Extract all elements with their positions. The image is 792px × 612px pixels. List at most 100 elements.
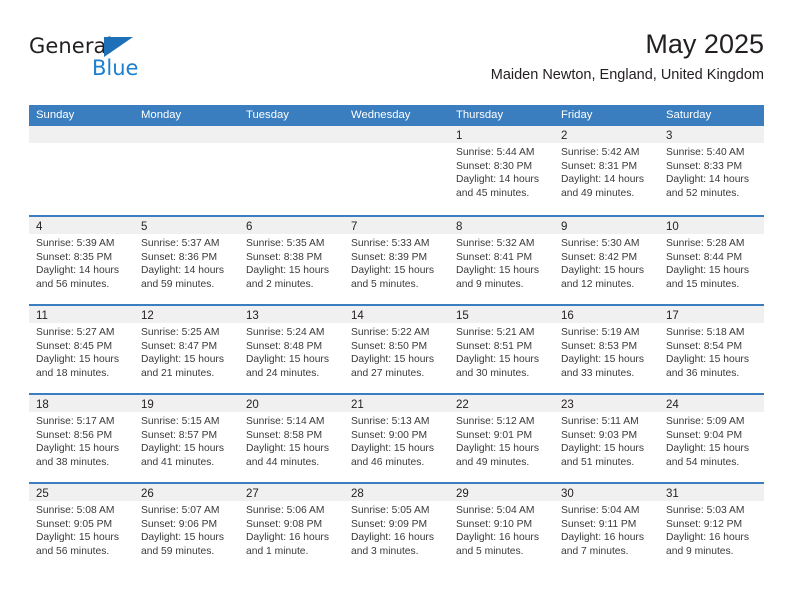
sunrise-text: Sunrise: 5:22 AM bbox=[351, 327, 430, 338]
day-number-strip: 24 bbox=[659, 395, 764, 412]
calendar-day-cell[interactable]: 13 Sunrise: 5:24 AM Sunset: 8:48 PM Dayligh… bbox=[239, 306, 344, 393]
calendar-day-cell[interactable]: 12 Sunrise: 5:25 AM Sunset: 8:47 PM Dayligh… bbox=[134, 306, 239, 393]
calendar-day-cell[interactable]: 23 Sunrise: 5:11 AM Sunset: 9:03 PM Dayligh… bbox=[554, 395, 659, 482]
calendar-day-cell[interactable]: 20 Sunrise: 5:14 AM Sunset: 8:58 PM Dayligh… bbox=[239, 395, 344, 482]
logo-text-blue: Blue bbox=[92, 56, 139, 80]
calendar-day-cell[interactable]: 16 Sunrise: 5:19 AM Sunset: 8:53 PM Dayligh… bbox=[554, 306, 659, 393]
sunrise-text: Sunrise: 5:18 AM bbox=[666, 327, 745, 338]
sunset-text: Sunset: 8:41 PM bbox=[456, 251, 533, 263]
calendar-day-cell[interactable]: 4 Sunrise: 5:39 AM Sunset: 8:35 PM Daylight… bbox=[29, 217, 134, 304]
generalblue-logo[interactable]: General Blue bbox=[29, 34, 179, 84]
sunset-text: Sunset: 8:45 PM bbox=[36, 340, 113, 352]
day-number: 18 bbox=[36, 399, 49, 411]
day-number-strip: 8 bbox=[449, 217, 554, 234]
day-number: 29 bbox=[456, 488, 469, 500]
day-details: Sunrise: 5:13 AM Sunset: 9:00 PM Daylight:… bbox=[344, 412, 449, 469]
sunset-text: Sunset: 9:12 PM bbox=[666, 518, 743, 530]
calendar-day-cell[interactable]: 31 Sunrise: 5:03 AM Sunset: 9:12 PM Dayligh… bbox=[659, 484, 764, 571]
calendar-day-cell[interactable]: 14 Sunrise: 5:22 AM Sunset: 8:50 PM Dayligh… bbox=[344, 306, 449, 393]
sunrise-text: Sunrise: 5:33 AM bbox=[351, 238, 430, 249]
calendar-day-cell[interactable]: 25 Sunrise: 5:08 AM Sunset: 9:05 PM Dayligh… bbox=[29, 484, 134, 571]
day-number-strip bbox=[344, 126, 449, 143]
sunset-text: Sunset: 9:01 PM bbox=[456, 429, 533, 441]
calendar-day-cell[interactable]: 22 Sunrise: 5:12 AM Sunset: 9:01 PM Dayligh… bbox=[449, 395, 554, 482]
day-details bbox=[134, 143, 239, 146]
sunrise-text: Sunrise: 5:08 AM bbox=[36, 505, 115, 516]
day-number-strip: 26 bbox=[134, 484, 239, 501]
calendar-day-cell[interactable]: 5 Sunrise: 5:37 AM Sunset: 8:36 PM Daylight… bbox=[134, 217, 239, 304]
calendar-day-cell[interactable]: 30 Sunrise: 5:04 AM Sunset: 9:11 PM Dayligh… bbox=[554, 484, 659, 571]
calendar-day-cell[interactable]: 28 Sunrise: 5:05 AM Sunset: 9:09 PM Dayligh… bbox=[344, 484, 449, 571]
logo-triangle-icon bbox=[104, 37, 133, 57]
day-number: 30 bbox=[561, 488, 574, 500]
day-number-strip: 16 bbox=[554, 306, 659, 323]
calendar-day-cell[interactable]: 18 Sunrise: 5:17 AM Sunset: 8:56 PM Dayligh… bbox=[29, 395, 134, 482]
calendar-day-cell[interactable]: 8 Sunrise: 5:32 AM Sunset: 8:41 PM Daylight… bbox=[449, 217, 554, 304]
calendar-day-cell-empty bbox=[344, 126, 449, 215]
sunset-text: Sunset: 8:39 PM bbox=[351, 251, 428, 263]
calendar-day-cell[interactable]: 3 Sunrise: 5:40 AM Sunset: 8:33 PM Daylight… bbox=[659, 126, 764, 215]
weekday-header-thursday: Thursday bbox=[456, 109, 504, 121]
calendar-day-cell[interactable]: 21 Sunrise: 5:13 AM Sunset: 9:00 PM Dayligh… bbox=[344, 395, 449, 482]
sunset-text: Sunset: 9:09 PM bbox=[351, 518, 428, 530]
day-number-strip: 3 bbox=[659, 126, 764, 143]
day-details: Sunrise: 5:03 AM Sunset: 9:12 PM Daylight:… bbox=[659, 501, 764, 558]
calendar-day-cell[interactable]: 6 Sunrise: 5:35 AM Sunset: 8:38 PM Daylight… bbox=[239, 217, 344, 304]
sunrise-text: Sunrise: 5:42 AM bbox=[561, 147, 640, 158]
sunset-text: Sunset: 9:08 PM bbox=[246, 518, 323, 530]
day-details bbox=[344, 143, 449, 146]
sunset-text: Sunset: 9:06 PM bbox=[141, 518, 218, 530]
daylight-text: Daylight: 15 hours and 56 minutes. bbox=[36, 532, 119, 557]
sunset-text: Sunset: 8:53 PM bbox=[561, 340, 638, 352]
weekday-header-sunday: Sunday bbox=[36, 109, 75, 121]
sunrise-text: Sunrise: 5:21 AM bbox=[456, 327, 535, 338]
title-block: May 2025 Maiden Newton, England, United … bbox=[491, 28, 764, 84]
calendar-day-cell[interactable]: 29 Sunrise: 5:04 AM Sunset: 9:10 PM Dayligh… bbox=[449, 484, 554, 571]
calendar-day-cell[interactable]: 2 Sunrise: 5:42 AM Sunset: 8:31 PM Daylight… bbox=[554, 126, 659, 215]
sunset-text: Sunset: 8:54 PM bbox=[666, 340, 743, 352]
calendar-day-cell[interactable]: 15 Sunrise: 5:21 AM Sunset: 8:51 PM Dayligh… bbox=[449, 306, 554, 393]
sunset-text: Sunset: 8:35 PM bbox=[36, 251, 113, 263]
day-details: Sunrise: 5:18 AM Sunset: 8:54 PM Daylight:… bbox=[659, 323, 764, 380]
daylight-text: Daylight: 15 hours and 21 minutes. bbox=[141, 354, 224, 379]
calendar-day-cell[interactable]: 24 Sunrise: 5:09 AM Sunset: 9:04 PM Dayligh… bbox=[659, 395, 764, 482]
day-number-strip: 2 bbox=[554, 126, 659, 143]
day-number-strip bbox=[134, 126, 239, 143]
calendar-day-cell[interactable]: 27 Sunrise: 5:06 AM Sunset: 9:08 PM Dayligh… bbox=[239, 484, 344, 571]
day-details: Sunrise: 5:08 AM Sunset: 9:05 PM Daylight:… bbox=[29, 501, 134, 558]
sunset-text: Sunset: 9:11 PM bbox=[561, 518, 637, 530]
calendar-day-cell[interactable]: 1 Sunrise: 5:44 AM Sunset: 8:30 PM Daylight… bbox=[449, 126, 554, 215]
daylight-text: Daylight: 15 hours and 49 minutes. bbox=[456, 443, 539, 468]
day-number-strip: 28 bbox=[344, 484, 449, 501]
sunrise-text: Sunrise: 5:37 AM bbox=[141, 238, 220, 249]
daylight-text: Daylight: 15 hours and 41 minutes. bbox=[141, 443, 224, 468]
sunset-text: Sunset: 8:31 PM bbox=[561, 160, 638, 172]
day-details: Sunrise: 5:12 AM Sunset: 9:01 PM Daylight:… bbox=[449, 412, 554, 469]
calendar-day-cell[interactable]: 7 Sunrise: 5:33 AM Sunset: 8:39 PM Daylight… bbox=[344, 217, 449, 304]
day-number: 24 bbox=[666, 399, 679, 411]
sunrise-text: Sunrise: 5:24 AM bbox=[246, 327, 325, 338]
day-number-strip: 30 bbox=[554, 484, 659, 501]
daylight-text: Daylight: 15 hours and 24 minutes. bbox=[246, 354, 329, 379]
calendar-day-cell[interactable]: 10 Sunrise: 5:28 AM Sunset: 8:44 PM Dayligh… bbox=[659, 217, 764, 304]
day-number-strip: 18 bbox=[29, 395, 134, 412]
day-number: 23 bbox=[561, 399, 574, 411]
calendar-day-cell[interactable]: 11 Sunrise: 5:27 AM Sunset: 8:45 PM Dayligh… bbox=[29, 306, 134, 393]
day-number: 8 bbox=[456, 221, 463, 233]
daylight-text: Daylight: 15 hours and 51 minutes. bbox=[561, 443, 644, 468]
calendar-day-cell-empty bbox=[239, 126, 344, 215]
calendar-day-cell[interactable]: 17 Sunrise: 5:18 AM Sunset: 8:54 PM Dayligh… bbox=[659, 306, 764, 393]
daylight-text: Daylight: 14 hours and 45 minutes. bbox=[456, 174, 539, 199]
calendar-day-cell[interactable]: 19 Sunrise: 5:15 AM Sunset: 8:57 PM Dayligh… bbox=[134, 395, 239, 482]
day-details: Sunrise: 5:21 AM Sunset: 8:51 PM Daylight:… bbox=[449, 323, 554, 380]
day-details: Sunrise: 5:17 AM Sunset: 8:56 PM Daylight:… bbox=[29, 412, 134, 469]
daylight-text: Daylight: 15 hours and 15 minutes. bbox=[666, 265, 749, 290]
day-number: 27 bbox=[246, 488, 259, 500]
sunrise-text: Sunrise: 5:04 AM bbox=[456, 505, 535, 516]
day-number-strip: 13 bbox=[239, 306, 344, 323]
calendar-day-cell[interactable]: 26 Sunrise: 5:07 AM Sunset: 9:06 PM Dayligh… bbox=[134, 484, 239, 571]
weekday-header-row: Sunday Monday Tuesday Wednesday Thursday Frid… bbox=[29, 105, 764, 126]
calendar-day-cell[interactable]: 9 Sunrise: 5:30 AM Sunset: 8:42 PM Daylight… bbox=[554, 217, 659, 304]
day-number-strip: 20 bbox=[239, 395, 344, 412]
calendar-week-row: 25 Sunrise: 5:08 AM Sunset: 9:05 PM Dayligh… bbox=[29, 482, 764, 571]
